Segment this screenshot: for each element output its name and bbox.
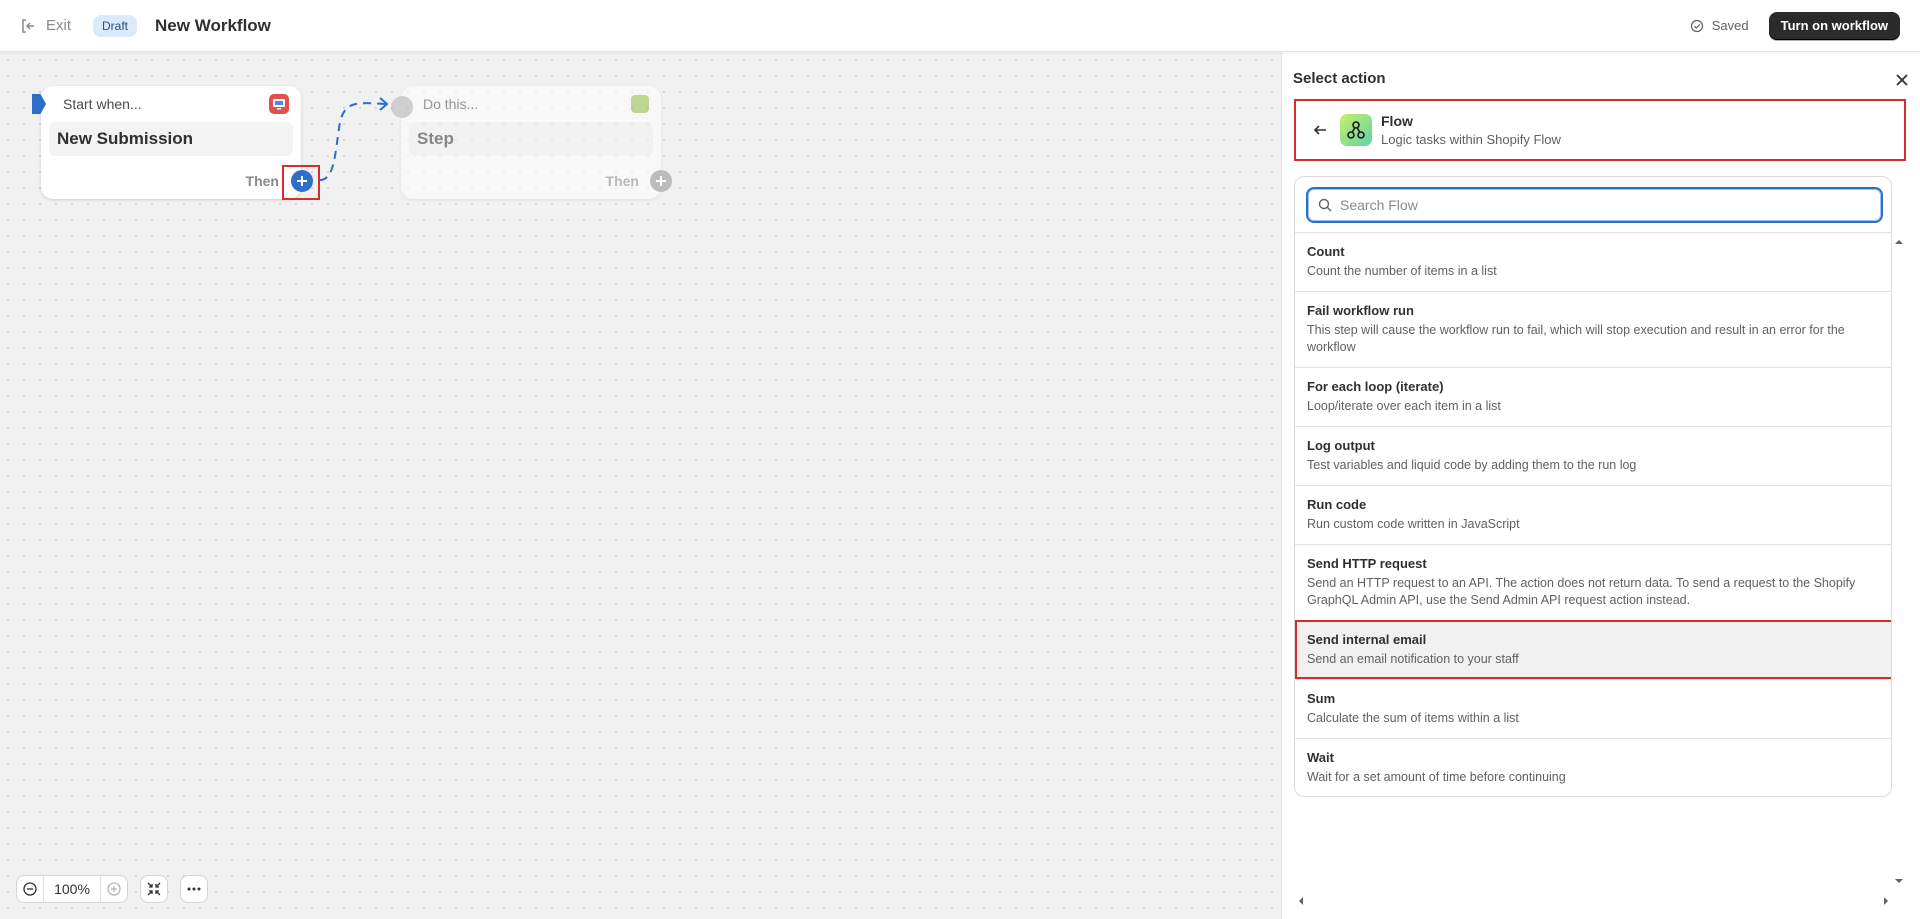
- turn-on-workflow-button[interactable]: Turn on workflow: [1768, 11, 1900, 40]
- action-name: Send HTTP request: [1307, 556, 1427, 571]
- search-input[interactable]: [1340, 197, 1881, 213]
- collapse-arrows-icon: [147, 882, 161, 896]
- action-item-run-code[interactable]: Run code Run custom code written in Java…: [1295, 485, 1891, 544]
- zoom-out-button[interactable]: [17, 876, 43, 902]
- status-badge: Draft: [93, 14, 138, 37]
- action-description: This step will cause the workflow run to…: [1307, 323, 1845, 354]
- action-item-sum[interactable]: Sum Calculate the sum of items within a …: [1295, 679, 1891, 738]
- action-item-send-internal-email[interactable]: Send internal email Send an email notifi…: [1295, 620, 1891, 679]
- panel-title: Select action: [1293, 70, 1386, 87]
- action-name: Run code: [1307, 497, 1367, 512]
- action-description: Test variables and liquid code by adding…: [1307, 458, 1637, 472]
- saved-label: Saved: [1711, 18, 1749, 33]
- trigger-heading: Start when...: [63, 96, 142, 112]
- app-description: Logic tasks within Shopify Flow: [1381, 132, 1561, 147]
- back-button[interactable]: [1302, 122, 1338, 138]
- action-name: Fail workflow run: [1307, 303, 1414, 318]
- select-action-panel: Select action Flow Logic tasks within Sh…: [1281, 52, 1920, 919]
- selection-highlight: [282, 165, 320, 200]
- zoom-level: 100%: [43, 876, 101, 902]
- action-description: Send an email notification to your staff: [1307, 652, 1519, 666]
- action-heading: Do this...: [423, 96, 479, 112]
- close-panel-button[interactable]: [1892, 70, 1912, 90]
- action-item-count[interactable]: Count Count the number of items in a lis…: [1295, 232, 1891, 291]
- action-item-wait[interactable]: Wait Wait for a set amount of time befor…: [1295, 738, 1891, 796]
- shopify-bag-icon: [631, 95, 649, 113]
- zoom-in-icon: [107, 882, 121, 896]
- saved-status: Saved: [1690, 18, 1749, 33]
- plus-icon: [656, 176, 666, 186]
- scroll-right-arrow-icon[interactable]: [1882, 896, 1890, 906]
- more-options-button[interactable]: [180, 875, 208, 903]
- search-field[interactable]: [1306, 187, 1883, 223]
- action-item-log-output[interactable]: Log output Test variables and liquid cod…: [1295, 426, 1891, 485]
- empty-step-dot-icon: [391, 96, 413, 118]
- arrow-left-icon: [1313, 125, 1326, 135]
- top-bar: Exit Draft New Workflow Saved Turn on wo…: [0, 0, 1920, 52]
- monitor-app-icon: [269, 94, 289, 114]
- canvas-controls: 100%: [16, 875, 208, 903]
- exit-icon: [22, 18, 34, 33]
- page-title[interactable]: New Workflow: [155, 16, 271, 36]
- zoom-in-button[interactable]: [101, 876, 127, 902]
- action-name: For each loop (iterate): [1307, 379, 1444, 394]
- action-description: Wait for a set amount of time before con…: [1307, 770, 1566, 784]
- scroll-left-arrow-icon[interactable]: [1297, 896, 1305, 906]
- actions-container: Count Count the number of items in a lis…: [1294, 176, 1892, 797]
- action-description: Send an HTTP request to an API. The acti…: [1307, 576, 1856, 607]
- zoom-group: 100%: [16, 875, 128, 903]
- trigger-name: New Submission: [49, 122, 293, 156]
- action-step-name: Step: [409, 122, 653, 156]
- action-description: Calculate the sum of items within a list: [1307, 711, 1519, 725]
- action-name: Count: [1307, 244, 1345, 259]
- trigger-node[interactable]: Start when... New Submission Then: [32, 86, 301, 199]
- action-description: Loop/iterate over each item in a list: [1307, 399, 1501, 413]
- then-label: Then: [245, 173, 279, 189]
- scroll-up-arrow-icon[interactable]: [1894, 238, 1904, 246]
- ellipsis-icon: [187, 887, 201, 891]
- workflow-canvas[interactable]: Start when... New Submission Then Do thi…: [0, 52, 1281, 919]
- selected-app-header: Flow Logic tasks within Shopify Flow: [1294, 99, 1906, 161]
- action-name: Send internal email: [1307, 632, 1427, 647]
- action-list: Count Count the number of items in a lis…: [1295, 232, 1891, 796]
- flow-app-icon: [1340, 114, 1372, 146]
- action-description: Count the number of items in a list: [1307, 264, 1497, 278]
- scroll-down-arrow-icon[interactable]: [1894, 877, 1904, 885]
- search-icon: [1318, 198, 1332, 212]
- action-description: Run custom code written in JavaScript: [1307, 517, 1520, 531]
- add-step-button[interactable]: [650, 170, 672, 192]
- action-node[interactable]: Do this... Step Then: [391, 86, 661, 199]
- action-name: Sum: [1307, 691, 1336, 706]
- app-name: Flow: [1381, 113, 1413, 129]
- action-item-fail-workflow-run[interactable]: Fail workflow run This step will cause t…: [1295, 291, 1891, 367]
- exit-button[interactable]: Exit: [20, 17, 71, 34]
- connector-line: [319, 97, 389, 181]
- fit-view-button[interactable]: [140, 875, 168, 903]
- check-circle-icon: [1690, 19, 1703, 32]
- action-item-send-http-request[interactable]: Send HTTP request Send an HTTP request t…: [1295, 544, 1891, 620]
- zoom-out-icon: [23, 882, 37, 896]
- action-item-for-each-loop[interactable]: For each loop (iterate) Loop/iterate ove…: [1295, 367, 1891, 426]
- action-name: Wait: [1307, 750, 1334, 765]
- close-icon: [1896, 74, 1908, 86]
- exit-label: Exit: [46, 17, 72, 34]
- action-name: Log output: [1307, 438, 1375, 453]
- then-label: Then: [605, 173, 639, 189]
